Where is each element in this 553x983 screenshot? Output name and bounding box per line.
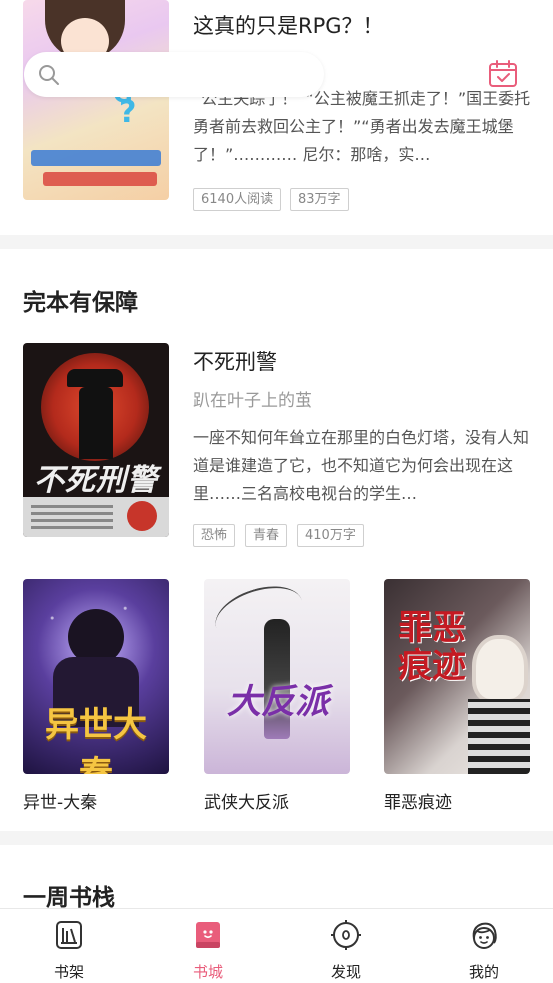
tag-read-count: 6140人阅读 [193,188,282,211]
book-cover[interactable]: 大反派 [204,579,350,774]
top-book-card[interactable]: G ? 这真的只是RPG？！ “公主失踪了！”“公主被魔王抓走了！”国王委托勇者… [0,0,553,236]
tag-category: 青春 [245,524,288,547]
book-title[interactable]: 异世-大秦 [23,788,97,813]
book-description: 一座不知何年耸立在那里的白色灯塔，没有人知道是谁建造了它，也不知道它为何会出现在… [193,428,530,503]
book-cover[interactable]: G ? [23,0,169,200]
section-divider [0,831,553,845]
book-title[interactable]: 武侠大反派 [204,788,289,813]
bookstore-icon [192,919,224,951]
nav-label: 书架 [53,963,84,981]
nav-item-bookstore[interactable]: 书城 [158,909,258,983]
profile-icon [468,919,500,951]
nav-item-discover[interactable]: 发现 [296,909,396,983]
calendar-checkin-icon[interactable] [487,58,519,90]
book-title: 这真的只是RPG？！ [193,14,384,38]
search-input[interactable] [24,52,324,97]
book-author: 趴在叶子上的茧 [193,391,312,411]
nav-label: 发现 [330,963,361,981]
book-title: 不死刑警 [193,350,277,374]
nav-label: 书城 [192,963,223,981]
compass-icon [330,919,362,951]
tag-word-count: 410万字 [297,524,364,547]
nav-label: 我的 [468,963,499,981]
book-cover[interactable]: 不死刑警 [23,343,169,537]
bottom-nav: 书架 书城 发现 我的 [0,908,553,983]
search-icon [37,63,61,91]
book-cover[interactable]: 罪恶痕迹 [384,579,530,774]
nav-item-profile[interactable]: 我的 [434,909,534,983]
tag-word-count: 83万字 [290,188,349,211]
tag-genre: 恐怖 [193,524,236,547]
book-cover[interactable]: 异世大秦 [23,579,169,774]
section-title-weekly: 一周书栈 [23,885,115,911]
book-title[interactable]: 罪恶痕迹 [384,788,452,813]
section-divider [0,235,553,249]
book-description: “公主失踪了！”“公主被魔王抓走了！”国王委托勇者前去救回公主了！”“勇者出发去… [193,89,531,164]
bookshelf-icon [53,919,85,951]
section-title-complete: 完本有保障 [23,290,138,316]
nav-item-bookshelf[interactable]: 书架 [19,909,119,983]
